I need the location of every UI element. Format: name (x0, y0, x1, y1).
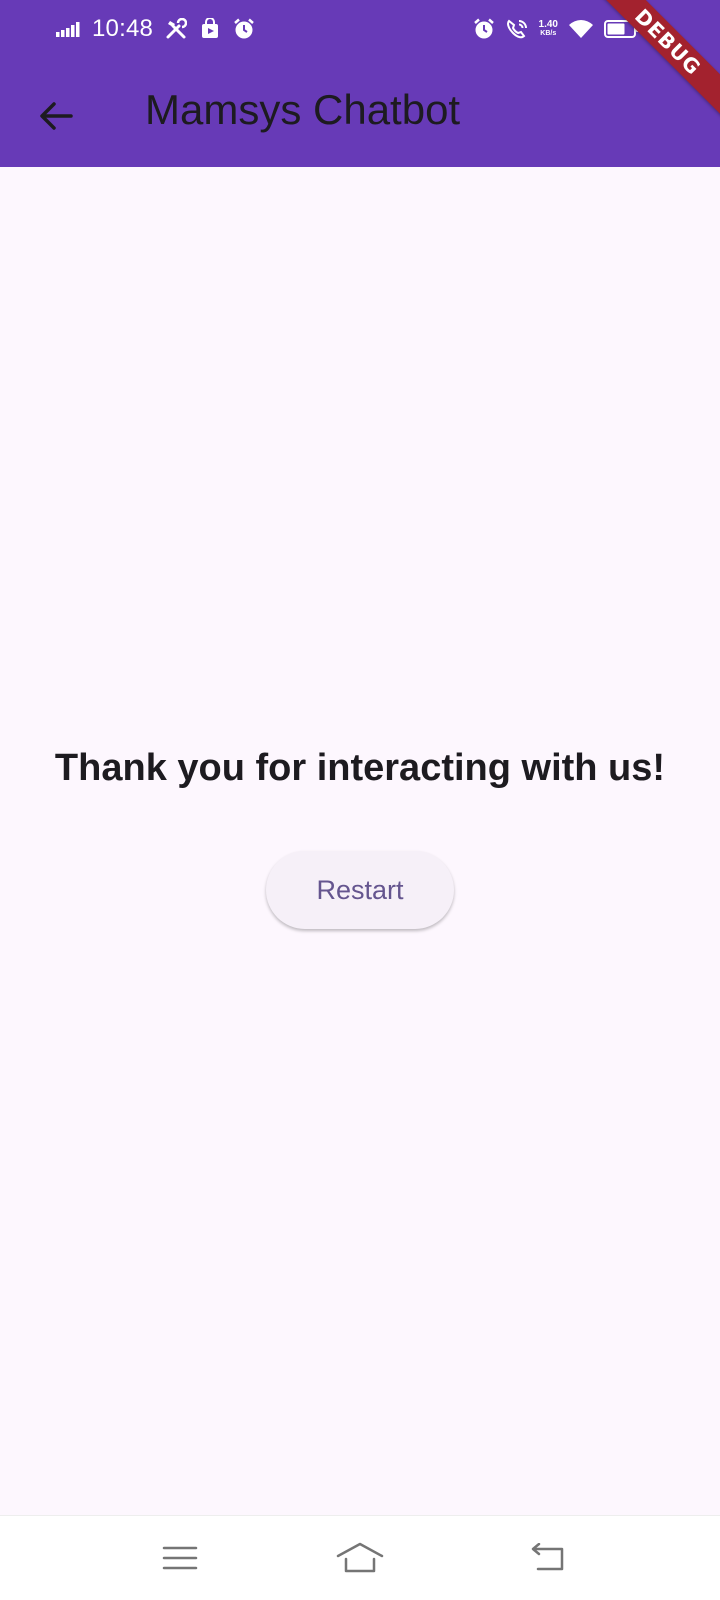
app-bar: 10:48 1.40 KB/s Mamsys Chatbot DEBUG (0, 0, 720, 167)
tools-icon (165, 18, 188, 40)
network-speed-value: 1.40 (538, 19, 558, 30)
network-speed-unit: KB/s (540, 30, 557, 37)
nav-menu-button[interactable] (150, 1530, 210, 1586)
back-icon (528, 1543, 568, 1573)
nav-back-button[interactable] (518, 1530, 578, 1586)
signal-icon (56, 21, 80, 37)
alarm-icon (233, 18, 255, 40)
toolbar: Mamsys Chatbot (0, 58, 720, 167)
home-icon (336, 1541, 384, 1575)
menu-icon (162, 1544, 198, 1572)
navigation-bar (0, 1515, 720, 1600)
arrow-back-icon (39, 101, 73, 131)
store-icon (199, 18, 221, 40)
alarm-icon (473, 18, 495, 40)
network-speed: 1.40 KB/s (539, 20, 558, 38)
status-time: 10:48 (92, 15, 154, 42)
nav-home-button[interactable] (330, 1530, 390, 1586)
status-bar-left: 10:48 (56, 12, 255, 46)
wifi-icon (568, 19, 594, 39)
main-content: Thank you for interacting with us! Resta… (0, 167, 720, 1515)
status-bar-right: 1.40 KB/s (473, 12, 640, 46)
restart-button[interactable]: Restart (266, 851, 454, 929)
wifi-call-icon (505, 18, 529, 40)
status-bar: 10:48 1.40 KB/s (0, 0, 720, 58)
page-title: Mamsys Chatbot (145, 86, 461, 133)
back-button[interactable] (24, 84, 88, 148)
thank-you-message: Thank you for interacting with us! (54, 747, 666, 789)
